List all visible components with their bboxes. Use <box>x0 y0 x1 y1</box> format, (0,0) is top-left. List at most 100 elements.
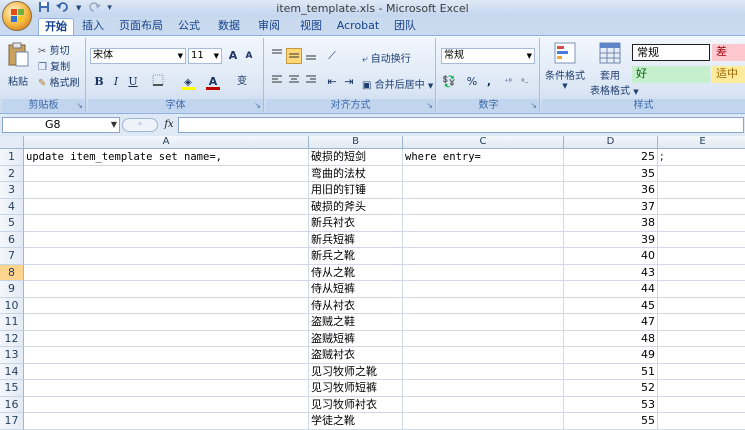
cell-d[interactable]: 45 <box>564 297 658 314</box>
cell-e[interactable] <box>658 199 745 215</box>
bold-button[interactable]: B <box>91 74 107 90</box>
increase-indent-icon[interactable]: ⇥ <box>341 74 357 90</box>
chevron-down-icon[interactable]: ▼ <box>76 2 81 15</box>
decrease-decimal-icon[interactable]: ⁰₋ <box>517 74 533 90</box>
fill-color-button[interactable]: ◈ <box>180 74 196 90</box>
phonetic-button[interactable]: 变 <box>234 74 250 90</box>
cell-c[interactable] <box>403 330 564 347</box>
font-color-button[interactable]: A <box>205 74 221 90</box>
wrap-text-button[interactable]: ⤶ 自动换行 <box>362 50 411 65</box>
row-header[interactable]: 5 <box>0 215 24 232</box>
cell-b[interactable]: 侍从短裤 <box>309 281 403 298</box>
cell-d[interactable]: 39 <box>564 231 658 248</box>
paste-button[interactable]: 粘贴 <box>5 42 31 88</box>
cell-c[interactable] <box>403 413 564 430</box>
row-header[interactable]: 6 <box>0 231 24 248</box>
cell-a[interactable] <box>24 165 309 182</box>
cell-e[interactable] <box>658 347 745 364</box>
cell-b[interactable]: 见习牧师衬衣 <box>309 396 403 413</box>
cell-d[interactable]: 52 <box>564 380 658 397</box>
row-header[interactable]: 1 <box>0 149 24 166</box>
row-header[interactable]: 12 <box>0 330 24 347</box>
increase-decimal-icon[interactable]: ⁺⁰ <box>500 74 516 90</box>
cell-e[interactable] <box>658 298 745 314</box>
cell-d[interactable]: 51 <box>564 363 658 380</box>
column-header-b[interactable]: B <box>309 136 403 149</box>
tab-data[interactable]: 数据 <box>212 18 246 35</box>
cell-c[interactable] <box>403 380 564 397</box>
align-left-icon[interactable] <box>269 74 285 90</box>
borders-icon[interactable] <box>150 74 166 90</box>
row-header[interactable]: 8 <box>0 264 24 281</box>
cell-d[interactable]: 49 <box>564 347 658 364</box>
dialog-launcher-icon[interactable]: ↘ <box>254 101 261 110</box>
cell-c[interactable] <box>403 314 564 331</box>
dialog-launcher-icon[interactable]: ↘ <box>530 101 537 110</box>
cell-a[interactable] <box>24 281 309 298</box>
undo-icon[interactable] <box>56 1 70 16</box>
redo-icon[interactable] <box>87 1 102 16</box>
cell-b[interactable]: 盗贼短裤 <box>309 330 403 347</box>
align-center-icon[interactable] <box>286 74 302 90</box>
row-header[interactable]: 3 <box>0 182 24 199</box>
cell-c[interactable] <box>403 363 564 380</box>
align-right-icon[interactable] <box>303 74 319 90</box>
row-header[interactable]: 16 <box>0 396 24 413</box>
dialog-launcher-icon[interactable]: ↘ <box>426 101 433 110</box>
row-header[interactable]: 10 <box>0 297 24 314</box>
cell-b[interactable]: 新兵短裤 <box>309 231 403 248</box>
cell-a[interactable] <box>24 413 309 430</box>
cell-d[interactable]: 35 <box>564 165 658 182</box>
cell-e[interactable] <box>658 215 745 232</box>
office-button[interactable] <box>2 1 32 31</box>
cell-a[interactable] <box>24 182 309 199</box>
decrease-indent-icon[interactable]: ⇤ <box>324 74 340 90</box>
cell-e[interactable] <box>658 232 745 248</box>
cell-e[interactable] <box>658 364 745 380</box>
cell-e[interactable] <box>658 314 745 331</box>
cell-c[interactable] <box>403 297 564 314</box>
italic-button[interactable]: I <box>108 74 124 90</box>
cell-c[interactable] <box>403 182 564 199</box>
cell-e[interactable] <box>658 248 745 265</box>
cell-c[interactable] <box>403 198 564 215</box>
align-bottom-icon[interactable] <box>303 48 319 64</box>
row-header[interactable]: 13 <box>0 347 24 364</box>
row-header[interactable]: 17 <box>0 413 24 430</box>
cell-b[interactable]: 弯曲的法杖 <box>309 165 403 182</box>
cell-a[interactable] <box>24 363 309 380</box>
cell-c[interactable] <box>403 281 564 298</box>
cell-b[interactable]: 侍从之靴 <box>309 264 403 281</box>
row-header[interactable]: 7 <box>0 248 24 265</box>
number-format-select[interactable]: 常规 ▼ <box>441 48 535 64</box>
formula-input[interactable] <box>178 117 744 133</box>
cell-a[interactable]: update item_template set name=, <box>24 149 309 166</box>
tab-view[interactable]: 视图 <box>294 18 328 35</box>
cell-b[interactable]: 侍从衬衣 <box>309 297 403 314</box>
style-neutral[interactable]: 适中 <box>712 66 745 83</box>
cell-c[interactable] <box>403 396 564 413</box>
cell-a[interactable] <box>24 330 309 347</box>
save-icon[interactable] <box>38 1 50 16</box>
cell-c[interactable] <box>403 248 564 265</box>
tab-team[interactable]: 团队 <box>388 18 422 35</box>
cell-b[interactable]: 破损的斧头 <box>309 198 403 215</box>
format-as-table-button[interactable]: 套用 表格格式 ▼ <box>590 42 639 97</box>
column-header-d[interactable]: D <box>564 136 658 149</box>
cell-b[interactable]: 盗贼衬衣 <box>309 347 403 364</box>
insert-function-button[interactable]: fx <box>160 117 178 133</box>
cell-c[interactable] <box>403 347 564 364</box>
cell-e[interactable] <box>658 182 745 199</box>
cell-e[interactable] <box>658 166 745 182</box>
copy-button[interactable]: ❐ 复制 <box>38 58 70 73</box>
dialog-launcher-icon[interactable]: ↘ <box>76 101 83 110</box>
cell-d[interactable]: 53 <box>564 396 658 413</box>
cut-button[interactable]: ✂ 剪切 <box>38 42 70 57</box>
cell-b[interactable]: 破损的短剑 <box>309 149 403 166</box>
cell-a[interactable] <box>24 314 309 331</box>
cell-e[interactable] <box>658 265 745 281</box>
cell-d[interactable]: 38 <box>564 215 658 232</box>
select-all-button[interactable] <box>0 136 24 149</box>
style-bad[interactable]: 差 <box>712 44 745 61</box>
cell-a[interactable] <box>24 198 309 215</box>
